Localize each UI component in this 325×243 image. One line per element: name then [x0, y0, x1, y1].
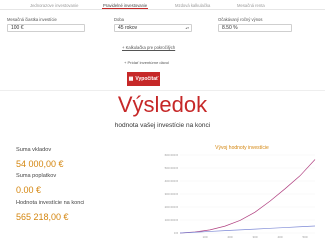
monthly-amount-input[interactable]: 100 € — [7, 24, 85, 32]
y-tick-label: 400 000 € — [165, 179, 179, 183]
inventory-checkbox-label: + Prídať inventúrne dávol — [124, 60, 169, 65]
x-tick-label: 100 — [202, 235, 207, 239]
duration-input[interactable]: 45 rokov ▴▾ — [114, 24, 192, 32]
investment-chart: Vývoj hodnoty investície 600 000 € 500 00… — [165, 145, 316, 239]
tab-renta[interactable]: Mesačná renta — [237, 3, 265, 8]
return-label: Očakávaný ročný výnos — [218, 17, 263, 22]
tab-jednorazove[interactable]: Jednorazove investovanie — [30, 3, 78, 8]
series-line-deposits — [179, 225, 316, 234]
tab-mzdova[interactable]: Mzdová kalkulačka — [175, 3, 210, 8]
result-title: Výsledok — [117, 92, 208, 117]
tab-bar: Jednorazove investovanie Pravidelné inve… — [0, 0, 325, 9]
return-value: 8.50 % — [222, 25, 238, 31]
y-tick-label: 100 000 € — [165, 218, 179, 222]
x-tick-label: 500 — [302, 235, 307, 239]
fees-value: 0.00 € — [16, 185, 42, 195]
section-divider — [0, 90, 325, 91]
y-tick-label: 300 000 € — [165, 192, 179, 196]
y-tick-label: 500 000 € — [165, 166, 179, 170]
y-tick-label: 600 000 € — [165, 153, 179, 157]
chart-lines — [179, 159, 316, 234]
advanced-calculator-link[interactable]: + Kalkulačka pre pokročilých — [122, 45, 175, 50]
end-value-value: 565 218,00 € — [16, 212, 69, 222]
chart-title: Vývoj hodnoty investície — [215, 145, 269, 151]
duration-value: 45 rokov — [118, 25, 138, 31]
fees-label: Suma poplatkov — [16, 173, 57, 179]
x-tick-label: 200 — [227, 235, 232, 239]
chart-grid — [180, 154, 315, 234]
chart-y-ticks: 600 000 € 500 000 € 400 000 € 300 000 € 200 … — [165, 153, 179, 235]
return-input[interactable]: 8.50 % — [218, 24, 292, 32]
tab-divider — [0, 9, 325, 10]
calculate-button[interactable]: ▦ Vypočítať — [127, 72, 160, 86]
chart-x-ticks: 100 200 300 400 500 — [202, 235, 307, 239]
inventory-checkbox-row[interactable]: + Prídať inventúrne dávol — [124, 60, 169, 65]
y-tick-label: 200 000 € — [165, 205, 179, 209]
monthly-amount-label: Mesačná čiastka investície — [7, 17, 57, 22]
series-line-value — [179, 159, 316, 234]
duration-label: Doba — [114, 17, 125, 22]
calculator-icon: ▦ — [128, 76, 134, 82]
y-tick-label: 0 € — [174, 231, 179, 235]
x-tick-label: 300 — [252, 235, 257, 239]
end-value-label: Hodnota investície na konci — [16, 200, 85, 206]
monthly-amount-value: 100 € — [11, 25, 24, 31]
deposits-value: 54 000,00 € — [16, 159, 64, 169]
result-subtitle: hodnota vašej investície na konci — [114, 122, 211, 129]
calculate-button-label: Vypočítať — [135, 76, 159, 82]
deposits-label: Suma vkladov — [16, 147, 52, 153]
spinner-icon[interactable]: ▴▾ — [185, 25, 189, 31]
x-tick-label: 400 — [277, 235, 282, 239]
